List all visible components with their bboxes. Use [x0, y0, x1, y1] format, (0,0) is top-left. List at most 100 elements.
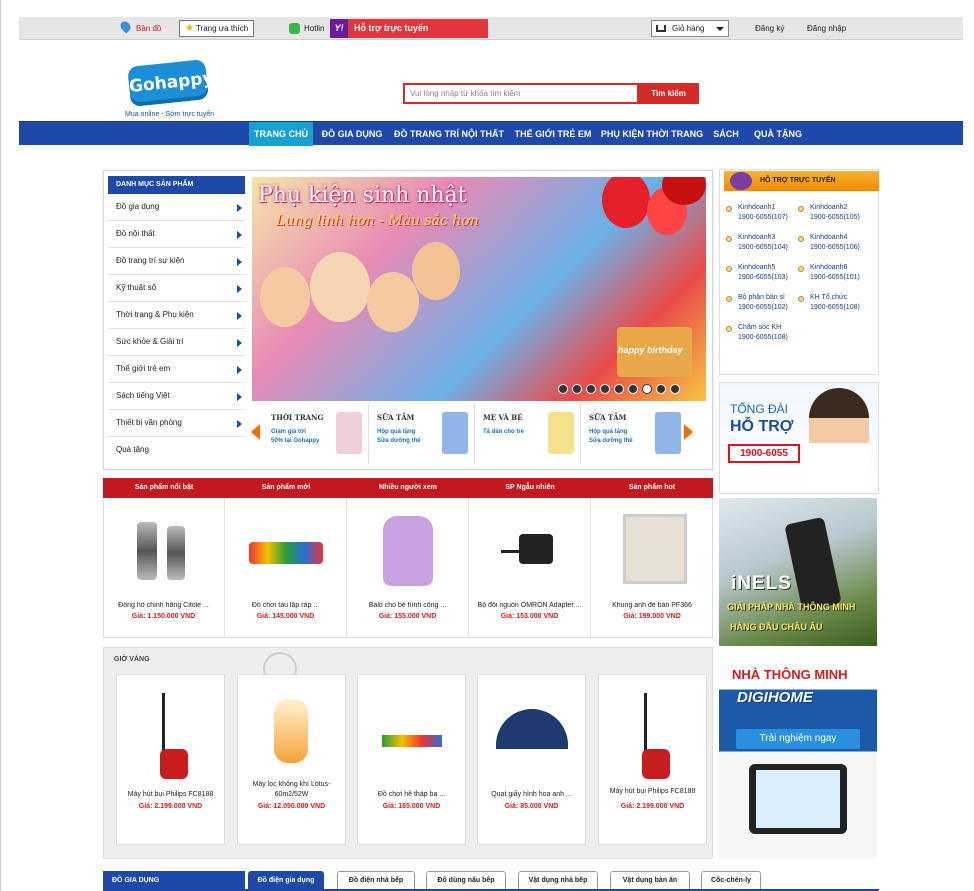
category-item[interactable]: Thế giới trẻ em — [108, 356, 245, 383]
online-support-button[interactable]: Y! Hỗ trợ trực tuyến — [330, 19, 488, 38]
category-item[interactable]: Quà tặng — [108, 437, 245, 464]
golden-hour-card[interactable]: Máy hút bụi Philips FC8188 Giá: 2.199.00… — [598, 674, 707, 845]
tab-cups[interactable]: Cốc-chén-ly — [701, 871, 761, 889]
nav-item-fashion[interactable]: PHỤ KIỆN THỜI TRANG — [599, 122, 705, 146]
map-link[interactable]: Bản đồ — [118, 17, 161, 40]
product-name: Khung ảnh để bàn PF366 — [612, 602, 692, 609]
nav-item-kids[interactable]: THẾ GIỚI TRẺ EM — [510, 122, 596, 146]
product-name: Đồ chơi hề tháp ba ... — [377, 791, 446, 798]
promo-item[interactable]: MẸ VÀ BÉ Tã dán cho trẻ — [475, 404, 581, 464]
category-item[interactable]: Thiết bị văn phòng — [108, 410, 245, 437]
promo-item[interactable]: SỮA TẮM Hộp quà tặng Sữa dưỡng thể — [369, 404, 475, 464]
banner-title: Phụ kiện sinh nhật — [258, 183, 467, 208]
category-item[interactable]: Sức khỏe & Giải trí — [108, 329, 245, 356]
support-contact[interactable]: Kinhdoanh2 1900-6055(105) — [798, 203, 860, 223]
logo-text: Gohappy — [128, 68, 215, 98]
product-price: Giá: 2.199.000 VND — [138, 803, 203, 810]
tab-cooking-tools[interactable]: Đồ dùng nấu bếp — [426, 871, 506, 889]
golden-hour-card[interactable]: Máy hút bụi Philips FC8188 Giá: 2.199.00… — [116, 674, 225, 845]
cart-dropdown[interactable]: Giỏ hàng — [651, 20, 729, 37]
tab-random[interactable]: SP Ngẫu nhiên — [469, 478, 591, 498]
nav-item-gifts[interactable]: QUÀ TẶNG — [748, 122, 808, 146]
product-card[interactable]: Balo cho bé hình công ... Giá: 155.000 V… — [347, 498, 469, 638]
register-link[interactable]: Đăng ký — [755, 17, 784, 40]
logo-tagline: Mua online - Sớm trực tuyến — [125, 111, 215, 118]
product-card[interactable]: Khung ảnh để bàn PF366 Giá: 199.000 VND — [591, 498, 713, 638]
chevron-down-icon — [716, 27, 724, 31]
promo-item[interactable]: THỜI TRANG Giảm giá tới 50% tại Gohappy — [263, 404, 369, 464]
category-menu-title: DANH MỤC SẢN PHẨM — [108, 176, 245, 194]
support-contact[interactable]: Kinhdoanh1 1900-6055(107) — [726, 203, 788, 223]
promo-item[interactable]: SỮA TẮM Hộp quà tặng Sữa dưỡng thể — [581, 404, 687, 464]
golden-hour-card[interactable]: Máy lọc không khí Lotus-60m2/52W Giá: 12… — [237, 674, 346, 845]
promo-line2: Sữa dưỡng thể — [589, 438, 633, 444]
pagination-dot[interactable] — [600, 384, 610, 394]
tab-kitchen-electric[interactable]: Đồ điện nhà bếp — [337, 871, 415, 889]
golden-hour-card[interactable]: Quạt giấy hình hoa anh ... Giá: 85.000 V… — [477, 674, 586, 845]
nav-item-books[interactable]: SÁCH — [710, 122, 742, 146]
hero-banner[interactable]: happy birthday — [252, 177, 706, 401]
tab-most-viewed[interactable]: Nhiều người xem — [347, 478, 469, 498]
pagination-dot[interactable] — [572, 384, 582, 394]
nav-item-home[interactable]: TRANG CHỦ — [249, 122, 313, 146]
support-contact[interactable]: Kinhdoanh3 1900-6055(104) — [726, 233, 788, 253]
category-item[interactable]: Đồ gia dụng — [108, 194, 245, 221]
contact-name: Kinhdoanh4 — [810, 234, 848, 241]
chevron-right-icon[interactable] — [684, 424, 693, 440]
category-item[interactable]: Đồ trang trí sự kiện — [108, 248, 245, 275]
product-price: Giá: 2.199.000 VND — [620, 803, 685, 810]
tab-kitchenware[interactable]: Vật dụng nhà bếp — [518, 871, 598, 889]
gohappy-logo[interactable]: Gohappy.vn — [127, 59, 224, 107]
product-card[interactable]: Bộ đổi nguồn OMRON Adapter ... Giá: 153.… — [469, 498, 591, 638]
search-button[interactable]: Tìm kiếm — [638, 83, 699, 104]
golden-hour-title: GIỜ VÀNG — [114, 656, 150, 663]
product-image — [268, 693, 318, 773]
chevron-left-icon[interactable] — [251, 424, 260, 440]
status-bullet-icon — [726, 296, 732, 302]
pagination-dot[interactable] — [558, 384, 568, 394]
status-bullet-icon — [726, 206, 732, 212]
pagination-dot-active[interactable] — [642, 384, 652, 394]
pagination-dot[interactable] — [670, 384, 680, 394]
tab-featured[interactable]: Sản phẩm nổi bật — [103, 478, 225, 498]
category-item[interactable]: Sách tiếng Việt — [108, 383, 245, 410]
promo-title: THỜI TRANG — [271, 413, 324, 422]
category-item[interactable]: Kỹ thuật số — [108, 275, 245, 302]
pagination-dot[interactable] — [614, 384, 624, 394]
promo-title: MẸ VÀ BÉ — [483, 413, 523, 422]
category-item[interactable]: Thời trang & Phụ kiện — [108, 302, 245, 329]
cake-text: happy birthday — [618, 345, 683, 355]
try-now-button[interactable]: Trải nghiệm ngay — [736, 729, 860, 749]
yahoo-icon: Y! — [330, 19, 348, 38]
support-contact[interactable]: Kinhdoanh6 1900-6055(101) — [798, 263, 860, 283]
support-contact[interactable]: Chăm sóc KH 1900-6055(108) — [726, 323, 788, 343]
golden-hour-card[interactable]: Đồ chơi hề tháp ba ... Giá: 165.000 VND — [357, 674, 466, 845]
hotline-link[interactable]: Hotlin — [289, 17, 324, 40]
promo-line1: Hộp quà tặng — [377, 429, 416, 435]
pagination-dot[interactable] — [586, 384, 596, 394]
promo-title: SỮA TẮM — [377, 413, 415, 422]
promo-line1: Tã dán cho trẻ — [483, 429, 525, 435]
promo-line2: 50% tại Gohappy — [271, 438, 320, 444]
support-contact[interactable]: Kinhdoanh5 1900-6055(103) — [726, 263, 788, 283]
favorites-button[interactable]: ★ Trang ưa thích — [179, 20, 255, 37]
pagination-dot[interactable] — [628, 384, 638, 394]
tab-electric-household[interactable]: Đồ điện gia dụng — [248, 871, 324, 889]
category-label: Quà tặng — [116, 445, 149, 454]
support-contact[interactable]: Kinhdoanh4 1900-6055(106) — [798, 233, 860, 253]
support-contact[interactable]: KH Tổ chức 1900-6055(108) — [798, 293, 860, 313]
login-link[interactable]: Đăng nhập — [807, 17, 846, 40]
tab-new[interactable]: Sản phẩm mới — [225, 478, 347, 498]
tab-tableware[interactable]: Vật dụng bàn ăn — [610, 871, 690, 889]
inels-line1: GIẢI PHÁP NHÀ THÔNG MINH — [727, 602, 856, 612]
tab-hot[interactable]: Sản phẩm hot — [591, 478, 713, 498]
pagination-dot[interactable] — [656, 384, 666, 394]
product-card[interactable]: Đồng hồ chính hãng Citole ... Giá: 1.150… — [103, 498, 225, 638]
category-item[interactable]: Đồ nội thất — [108, 221, 245, 248]
support-contact[interactable]: Bộ phận bán sỉ 1900-6055(102) — [726, 293, 788, 313]
search-input[interactable]: Vui lòng nhập từ khóa tìm kiếm — [403, 83, 639, 104]
digihome-line1: NHÀ THÔNG MINH — [732, 667, 848, 682]
product-card[interactable]: Đồ chơi tàu lắp ráp ... Giá: 145.000 VND — [225, 498, 347, 638]
nav-item-household[interactable]: ĐỒ GIA DỤNG — [316, 122, 388, 146]
nav-item-interior[interactable]: ĐỒ TRANG TRÍ NỘI THẤT — [391, 122, 507, 146]
